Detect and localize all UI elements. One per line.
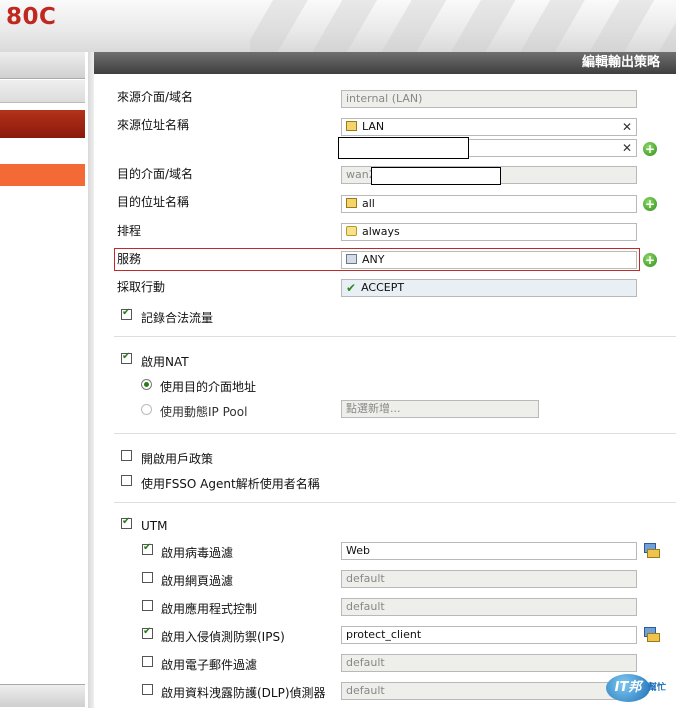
appctrl-label: 啟用應用程式控制 bbox=[161, 602, 258, 616]
add-dst-addr-icon[interactable]: + bbox=[643, 197, 657, 211]
src-intf-field: internal (LAN) bbox=[341, 90, 637, 108]
nat-dst-intf-radio[interactable] bbox=[141, 379, 152, 390]
appctrl-value: default bbox=[346, 600, 385, 613]
webfilter-checkbox[interactable] bbox=[142, 572, 153, 583]
remove-src-addr-icon[interactable]: ✕ bbox=[622, 119, 632, 135]
webfilter-value: default bbox=[346, 572, 385, 585]
src-intf-label: 來源介面/域名 bbox=[117, 90, 194, 104]
dlp-value: default bbox=[346, 684, 385, 697]
log-traffic-label: 記錄合法流量 bbox=[141, 311, 214, 325]
fsso-checkbox[interactable] bbox=[121, 475, 132, 486]
fsso-label: 使用FSSO Agent解析使用者名稱 bbox=[141, 477, 320, 491]
appctrl-checkbox[interactable] bbox=[142, 600, 153, 611]
section-divider bbox=[114, 433, 676, 434]
schedule-value: always bbox=[362, 225, 400, 238]
top-banner: 80C bbox=[0, 0, 676, 53]
nat-ippool-radio[interactable] bbox=[141, 404, 152, 415]
nav-subheader[interactable] bbox=[0, 80, 85, 103]
device-model-label: 80C bbox=[6, 4, 57, 30]
dst-addr-field[interactable]: all bbox=[341, 195, 637, 213]
schedule-icon bbox=[346, 226, 357, 236]
redacted-block bbox=[371, 167, 501, 185]
section-divider bbox=[114, 502, 676, 503]
src-addr-value: LAN bbox=[362, 120, 385, 133]
nat-ippool-select[interactable]: 點選新增... bbox=[341, 400, 539, 418]
ips-checkbox[interactable] bbox=[142, 626, 153, 639]
nat-dst-intf-label: 使用目的介面地址 bbox=[160, 380, 257, 394]
service-label: 服務 bbox=[117, 252, 142, 266]
editor-title-bar: 編輯輸出策略 bbox=[94, 52, 676, 74]
schedule-label: 排程 bbox=[117, 224, 142, 238]
nat-ippool-label: 使用動態IP Pool bbox=[160, 405, 248, 419]
src-addr-label: 來源位址名稱 bbox=[117, 118, 190, 132]
utm-label: UTM bbox=[141, 519, 168, 533]
page-title: 編輯輸出策略 bbox=[581, 55, 660, 70]
dlp-profile-select[interactable]: default bbox=[341, 682, 637, 700]
dlp-checkbox[interactable] bbox=[142, 684, 153, 695]
appctrl-profile-select[interactable]: default bbox=[341, 598, 637, 616]
banner-decoration bbox=[250, 0, 676, 52]
antivirus-profile-select[interactable]: Web bbox=[341, 542, 637, 560]
nat-label: 啟用NAT bbox=[141, 355, 189, 369]
ips-value: protect_client bbox=[346, 628, 422, 641]
nav-footer[interactable] bbox=[0, 684, 85, 707]
watermark-logo: IT邦 幫忙 bbox=[604, 664, 674, 706]
email-filter-label: 啟用電子郵件過濾 bbox=[161, 658, 258, 672]
antivirus-value: Web bbox=[346, 544, 370, 557]
service-field[interactable]: ANY bbox=[341, 251, 637, 269]
service-value: ANY bbox=[362, 253, 385, 266]
antivirus-label: 啟用病毒過濾 bbox=[161, 546, 234, 560]
dst-addr-value: all bbox=[362, 197, 375, 210]
edit-profile-icon[interactable] bbox=[643, 543, 660, 558]
src-intf-value: internal (LAN) bbox=[346, 92, 423, 105]
check-icon: ✔ bbox=[346, 281, 357, 295]
email-filter-value: default bbox=[346, 656, 385, 669]
dst-addr-label: 目的位址名稱 bbox=[117, 195, 190, 209]
nat-checkbox[interactable] bbox=[121, 351, 132, 364]
section-divider bbox=[114, 336, 676, 337]
nav-header[interactable] bbox=[0, 52, 85, 79]
identity-policy-label: 開啟用戶政策 bbox=[141, 452, 214, 466]
address-icon bbox=[346, 198, 357, 208]
nav-selected-item[interactable] bbox=[0, 164, 85, 186]
action-field[interactable]: ✔ ACCEPT bbox=[341, 279, 637, 297]
webfilter-profile-select[interactable]: default bbox=[341, 570, 637, 588]
watermark-logo-bubble: IT邦 bbox=[606, 674, 650, 702]
address-icon bbox=[346, 121, 357, 131]
utm-checkbox[interactable] bbox=[121, 516, 132, 529]
left-nav-panel bbox=[0, 52, 89, 708]
action-label: 採取行動 bbox=[117, 280, 166, 294]
add-service-icon[interactable]: + bbox=[643, 253, 657, 267]
schedule-field[interactable]: always bbox=[341, 223, 637, 241]
edit-profile-icon[interactable] bbox=[643, 627, 660, 642]
remove-src-addr-2-icon[interactable]: ✕ bbox=[622, 140, 632, 156]
dlp-label: 啟用資料洩露防護(DLP)偵測器 bbox=[161, 686, 326, 700]
log-traffic-checkbox[interactable] bbox=[121, 307, 132, 320]
dst-intf-label: 目的介面/域名 bbox=[117, 167, 194, 181]
antivirus-checkbox[interactable] bbox=[142, 542, 153, 555]
email-filter-checkbox[interactable] bbox=[142, 656, 153, 667]
watermark-text: 幫忙 bbox=[648, 683, 667, 693]
webfilter-label: 啟用網頁過濾 bbox=[161, 574, 234, 588]
ips-label: 啟用入侵偵測防禦(IPS) bbox=[161, 630, 285, 644]
ips-profile-select[interactable]: protect_client bbox=[341, 626, 637, 644]
identity-policy-checkbox[interactable] bbox=[121, 450, 132, 461]
service-icon bbox=[346, 254, 357, 264]
add-src-addr-icon[interactable]: + bbox=[643, 142, 657, 156]
src-addr-field[interactable]: LAN ✕ bbox=[341, 118, 637, 136]
policy-editor: 編輯輸出策略 來源介面/域名 internal (LAN) 來源位址名稱 LAN… bbox=[94, 52, 676, 708]
nat-ippool-placeholder: 點選新增... bbox=[346, 402, 401, 415]
action-value: ACCEPT bbox=[361, 281, 405, 294]
redacted-block bbox=[338, 137, 469, 159]
nav-active-section[interactable] bbox=[0, 110, 85, 138]
email-filter-profile-select[interactable]: default bbox=[341, 654, 637, 672]
